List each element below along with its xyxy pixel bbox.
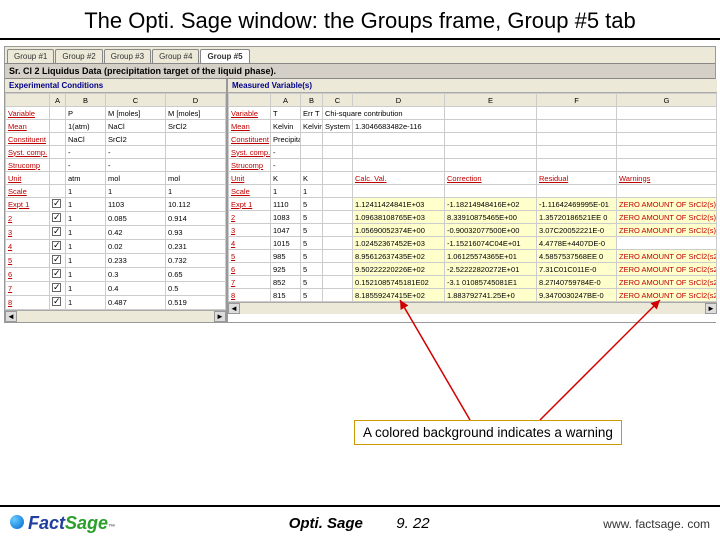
tab-group-2[interactable]: Group #2: [55, 49, 102, 63]
factsage-logo: FactSage™: [10, 513, 115, 534]
expt-row[interactable]: Expt 11110310.112: [6, 198, 226, 212]
expt-row[interactable]: 810.4870.519: [6, 296, 226, 310]
group-tabs: Group #1 Group #2 Group #3 Group #4 Grou…: [5, 47, 715, 64]
strucomp-row: Strucomp-: [229, 159, 717, 172]
col-letter-row: A B C D: [6, 94, 226, 107]
footer-url: www. factsage. com: [603, 517, 710, 531]
left-scrollbar[interactable]: ◄►: [5, 310, 226, 322]
version-number: 9. 22: [396, 515, 429, 532]
tab-group-4[interactable]: Group #4: [152, 49, 199, 63]
scroll-left-icon[interactable]: ◄: [5, 311, 17, 322]
slide-title: The Opti. Sage window: the Groups frame,…: [0, 0, 720, 40]
tab-group-3[interactable]: Group #3: [104, 49, 151, 63]
left-panel-title: Experimental Conditions: [5, 79, 226, 93]
globe-icon: [10, 515, 24, 529]
tab-group-1[interactable]: Group #1: [7, 49, 54, 63]
expt-row[interactable]: 785250.1521085745181E02-3.1 01085745081E…: [229, 276, 717, 289]
expt-row[interactable]: 510.2330.732: [6, 254, 226, 268]
scale-row: Scale111: [6, 185, 226, 198]
expt-row[interactable]: 881558.18559247415E+021.883792741.25E+09…: [229, 289, 717, 302]
checkbox-icon[interactable]: [52, 255, 61, 264]
right-scrollbar[interactable]: ◄►: [228, 302, 717, 314]
scroll-right-icon[interactable]: ►: [705, 303, 717, 314]
constituent-row: ConstituentNaClSrCl2: [6, 133, 226, 146]
expt-row[interactable]: 710.40.5: [6, 282, 226, 296]
checkbox-icon[interactable]: [52, 269, 61, 278]
variable-row: VariablePM [moles]M [moles]: [6, 107, 226, 120]
expt-row[interactable]: Expt 1111051.12411424841E+03-1.182149484…: [229, 198, 717, 211]
expt-row[interactable]: 3104751.05690052374E+00-0.90032077500E+0…: [229, 224, 717, 237]
expt-row[interactable]: 2108351.09638108765E+038.33910875465E+00…: [229, 211, 717, 224]
unit-row: UnitKKCalc. Val.CorrectionResidualWarnin…: [229, 172, 717, 185]
right-panel-title: Measured Variable(s): [228, 79, 717, 93]
scroll-left-icon[interactable]: ◄: [228, 303, 240, 314]
checkbox-icon[interactable]: [52, 283, 61, 292]
expt-row[interactable]: 610.30.65: [6, 268, 226, 282]
experimental-conditions-panel: Experimental Conditions A B C D Variable…: [5, 79, 226, 322]
expt-row[interactable]: 598558.95612637435E+021.06125574365E+014…: [229, 250, 717, 263]
systcomp-row: Syst. comp.--: [6, 146, 226, 159]
measured-variables-panel: Measured Variable(s) A B C D E F G Varia…: [228, 79, 717, 322]
right-grid[interactable]: A B C D E F G VariableTErr TChi-square c…: [228, 93, 717, 302]
mean-row: MeanKelvinKelvinSystem1.3046683482e-116: [229, 120, 717, 133]
group-title-bar: Sr. Cl 2 Liquidus Data (precipitation ta…: [5, 64, 715, 79]
systcomp-row: Syst. comp.-: [229, 146, 717, 159]
strucomp-row: Strucomp--: [6, 159, 226, 172]
checkbox-icon[interactable]: [52, 241, 61, 250]
scale-row: Scale11: [229, 185, 717, 198]
checkbox-icon[interactable]: [52, 199, 61, 208]
checkbox-icon[interactable]: [52, 227, 61, 236]
variable-row: VariableTErr TChi-square contribution: [229, 107, 717, 120]
checkbox-icon[interactable]: [52, 297, 61, 306]
optisage-window: Group #1 Group #2 Group #3 Group #4 Grou…: [4, 46, 716, 323]
left-grid[interactable]: A B C D VariablePM [moles]M [moles] Mean…: [5, 93, 226, 310]
col-letter-row: A B C D E F G: [229, 94, 717, 107]
constituent-row: ConstituentPrecipitation: [229, 133, 717, 146]
panels: Experimental Conditions A B C D Variable…: [5, 79, 715, 322]
expt-row[interactable]: 692559.50222220226E+02-2.52222820272E+01…: [229, 263, 717, 276]
tab-group-5[interactable]: Group #5: [200, 49, 249, 63]
checkbox-icon[interactable]: [52, 213, 61, 222]
mean-row: Mean1(atm)NaClSrCl2: [6, 120, 226, 133]
scroll-right-icon[interactable]: ►: [214, 311, 226, 322]
footer-center: Opti. Sage 9. 22: [115, 515, 603, 532]
unit-row: Unitatmmolmol: [6, 172, 226, 185]
expt-row[interactable]: 4101551.02452367452E+03-1.15216074C04E+0…: [229, 237, 717, 250]
expt-row[interactable]: 210.0850.914: [6, 212, 226, 226]
expt-row[interactable]: 310.420.93: [6, 226, 226, 240]
module-name: Opti. Sage: [289, 515, 363, 532]
slide-footer: FactSage™ Opti. Sage 9. 22 www. factsage…: [0, 505, 720, 540]
warning-callout: A colored background indicates a warning: [354, 420, 622, 445]
expt-row[interactable]: 410.020.231: [6, 240, 226, 254]
